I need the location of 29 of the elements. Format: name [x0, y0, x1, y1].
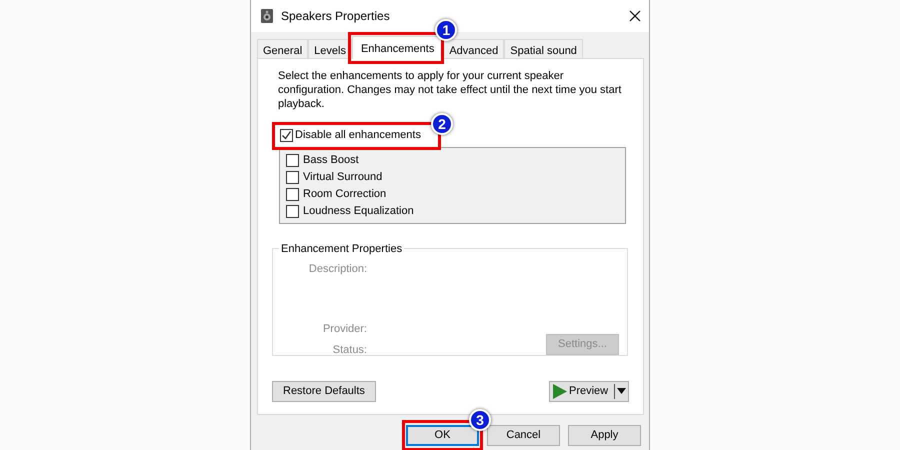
- checkbox-label: Disable all enhancements: [295, 128, 421, 143]
- tab[interactable]: Levels: [308, 39, 352, 58]
- field-label: Status:: [332, 343, 367, 358]
- field-label: Provider:: [322, 322, 367, 337]
- close-icon[interactable]: [629, 10, 641, 22]
- restore-defaults-button[interactable]: Restore Defaults: [272, 380, 376, 402]
- tab[interactable]: Enhancements: [352, 36, 444, 59]
- dialog-button[interactable]: OK: [406, 425, 479, 446]
- checkbox-label: Virtual Surround: [303, 170, 382, 185]
- instruction-text: Select the enhancements to apply for your current speaker configuration. Changes may not take effect until the next time you start playback.: [278, 69, 622, 111]
- dialog-button[interactable]: Cancel: [487, 425, 560, 446]
- play-icon: [552, 384, 567, 398]
- preview-button[interactable]: Preview: [549, 380, 629, 402]
- checkbox[interactable]: [286, 154, 299, 166]
- checkbox[interactable]: [280, 128, 293, 142]
- dialog-button[interactable]: Apply: [568, 425, 641, 446]
- checkbox[interactable]: [286, 204, 299, 218]
- step-badge: 2: [430, 113, 453, 135]
- tab[interactable]: General: [257, 39, 308, 58]
- field-label: Description:: [308, 262, 367, 276]
- dropdown-arrow-icon[interactable]: [617, 388, 626, 394]
- checkbox-label: Loudness Equalization: [303, 204, 414, 219]
- checkbox-label: Bass Boost: [303, 152, 359, 168]
- checkbox[interactable]: [286, 188, 299, 200]
- tab[interactable]: Spatial sound: [504, 39, 583, 58]
- window-title: Speakers Properties: [281, 8, 390, 25]
- speaker-icon: [260, 8, 274, 24]
- checkbox[interactable]: [286, 170, 299, 184]
- checkbox-label: Room Correction: [303, 186, 386, 202]
